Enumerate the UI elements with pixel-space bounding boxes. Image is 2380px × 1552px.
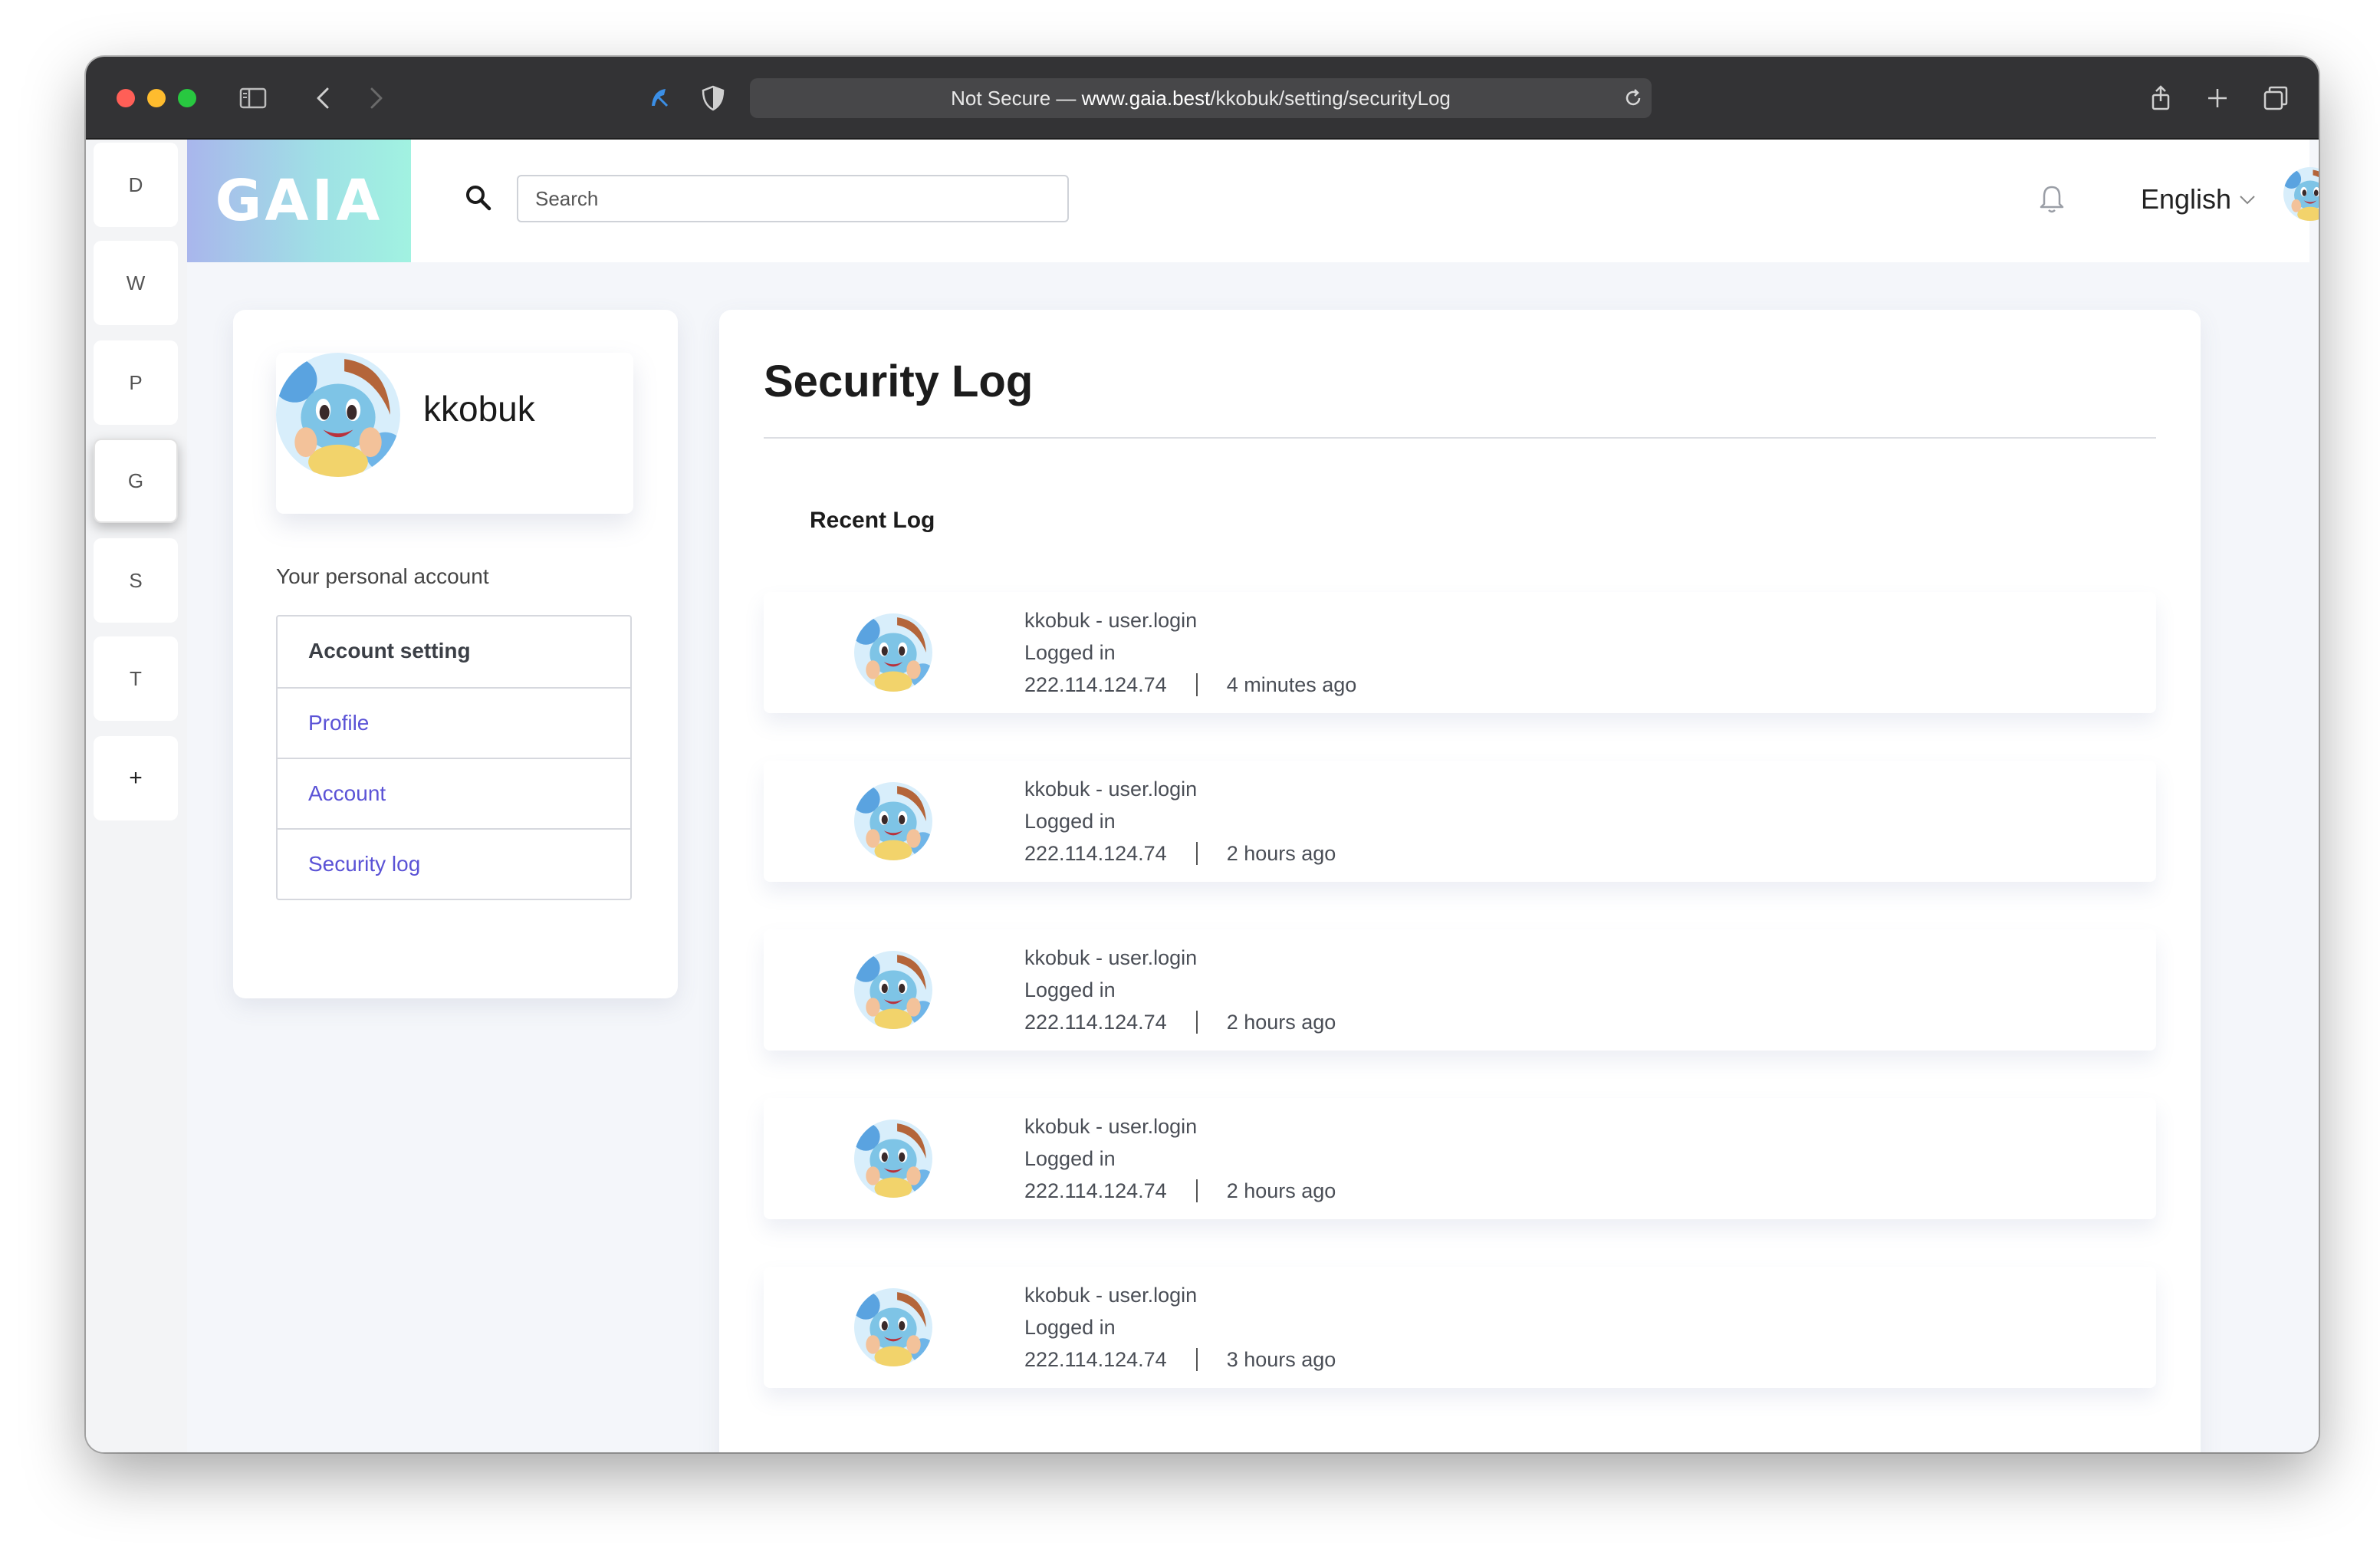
log-details: kkobuk - user.login Logged in 222.114.12… (1024, 773, 1336, 870)
menu-header-account-setting: Account setting (308, 639, 471, 663)
search-icon (466, 186, 491, 211)
recent-log-heading: Recent Log (810, 508, 935, 533)
log-separator (1195, 1179, 1198, 1202)
log-separator (1195, 1348, 1198, 1371)
url-host: www.gaia.best (1081, 87, 1211, 110)
workspace-d-button[interactable]: D (94, 143, 178, 227)
security-log-card: Security Log Recent Log kkobuk - user.lo… (719, 310, 2201, 1452)
log-separator (1195, 1011, 1198, 1034)
log-entry: kkobuk - user.login Logged in 222.114.12… (764, 929, 2156, 1051)
log-entry: kkobuk - user.login Logged in 222.114.12… (764, 1267, 2156, 1388)
log-user-avatar (854, 1288, 932, 1366)
extension-icon[interactable] (644, 83, 675, 113)
log-ip: 222.114.124.74 (1024, 1348, 1167, 1371)
profile-summary: kkobuk (276, 353, 633, 514)
address-bar[interactable]: Not Secure — www.gaia.best/kkobuk/settin… (750, 78, 1652, 118)
log-details: kkobuk - user.login Logged in 222.114.12… (1024, 1279, 1336, 1376)
logo-text: GAIA (215, 168, 383, 234)
maximize-window-button[interactable] (178, 89, 196, 107)
log-user-avatar (854, 782, 932, 860)
not-secure-label: Not Secure — (951, 87, 1082, 110)
log-separator (1195, 673, 1198, 696)
add-workspace-button[interactable]: + (94, 736, 178, 820)
chevron-down-icon (2240, 196, 2255, 205)
log-details: kkobuk - user.login Logged in 222.114.12… (1024, 1110, 1336, 1207)
browser-titlebar: Not Secure — www.gaia.best/kkobuk/settin… (86, 57, 2319, 140)
notification-bell-icon[interactable] (2036, 182, 2067, 216)
gaia-logo[interactable]: GAIA (187, 140, 411, 262)
profile-avatar[interactable] (276, 353, 400, 477)
tab-overview-icon[interactable] (2260, 83, 2291, 113)
sidebar-toggle-icon[interactable] (238, 83, 268, 113)
log-description: Logged in (1024, 641, 1116, 664)
log-action: kkobuk - user.login (1024, 778, 1198, 801)
log-ip: 222.114.124.74 (1024, 1179, 1167, 1202)
browser-window: Not Secure — www.gaia.best/kkobuk/settin… (86, 57, 2319, 1452)
menu-item-profile[interactable]: Profile (278, 687, 630, 758)
log-meta: 222.114.124.74 2 hours ago (1024, 837, 1336, 870)
settings-menu: Account setting Profile Account Security… (276, 615, 632, 900)
menu-item-security-log[interactable]: Security log (278, 828, 630, 899)
workspace-rail: D W P G S T + (86, 140, 187, 1452)
log-time: 3 hours ago (1226, 1348, 1336, 1371)
search-input[interactable] (517, 175, 1069, 222)
back-arrow-icon[interactable] (308, 83, 339, 113)
log-action: kkobuk - user.login (1024, 609, 1198, 632)
workspace-s-button[interactable]: S (94, 538, 178, 623)
app-header: GAIA English (187, 140, 2309, 262)
log-description: Logged in (1024, 1147, 1116, 1170)
log-meta: 222.114.124.74 3 hours ago (1024, 1343, 1336, 1376)
log-details: kkobuk - user.login Logged in 222.114.12… (1024, 942, 1336, 1038)
new-tab-icon[interactable] (2202, 83, 2233, 113)
log-ip: 222.114.124.74 (1024, 673, 1167, 696)
log-user-avatar (854, 1120, 932, 1198)
language-selector[interactable]: English (2141, 178, 2257, 221)
reload-icon[interactable] (1621, 86, 1645, 110)
close-window-button[interactable] (117, 89, 135, 107)
user-avatar[interactable] (2283, 167, 2319, 221)
log-action: kkobuk - user.login (1024, 1115, 1198, 1138)
log-ip: 222.114.124.74 (1024, 1011, 1167, 1034)
log-entry: kkobuk - user.login Logged in 222.114.12… (764, 1098, 2156, 1219)
log-action: kkobuk - user.login (1024, 1284, 1198, 1307)
profile-username: kkobuk (423, 389, 535, 429)
log-time: 2 hours ago (1226, 842, 1336, 865)
page-viewport: D W P G S T + GAIA English (86, 140, 2319, 1452)
share-icon[interactable] (2145, 83, 2176, 113)
log-user-avatar (854, 951, 932, 1029)
log-separator (1195, 842, 1198, 865)
log-action: kkobuk - user.login (1024, 946, 1198, 969)
forward-arrow-icon[interactable] (360, 83, 391, 113)
log-ip: 222.114.124.74 (1024, 842, 1167, 865)
account-sidebar-card: kkobuk Your personal account Account set… (233, 310, 678, 998)
log-description: Logged in (1024, 978, 1116, 1001)
log-meta: 222.114.124.74 4 minutes ago (1024, 669, 1356, 701)
personal-account-label: Your personal account (276, 564, 489, 588)
log-details: kkobuk - user.login Logged in 222.114.12… (1024, 604, 1356, 701)
log-user-avatar (854, 613, 932, 692)
minimize-window-button[interactable] (147, 89, 166, 107)
log-entry: kkobuk - user.login Logged in 222.114.12… (764, 761, 2156, 882)
log-time: 4 minutes ago (1226, 673, 1357, 696)
log-list: kkobuk - user.login Logged in 222.114.12… (764, 592, 2156, 1435)
page-title: Security Log (764, 357, 1034, 406)
log-meta: 222.114.124.74 2 hours ago (1024, 1175, 1336, 1207)
workspace-w-button[interactable]: W (94, 241, 178, 325)
workspace-t-button[interactable]: T (94, 636, 178, 721)
language-label: English (2141, 183, 2232, 215)
privacy-shield-icon[interactable] (698, 83, 728, 113)
title-divider (764, 437, 2156, 439)
log-time: 2 hours ago (1226, 1011, 1336, 1034)
log-description: Logged in (1024, 810, 1116, 833)
log-meta: 222.114.124.74 2 hours ago (1024, 1006, 1336, 1038)
log-time: 2 hours ago (1226, 1179, 1336, 1202)
url-path: /kkobuk/setting/securityLog (1210, 87, 1451, 110)
workspace-p-button[interactable]: P (94, 340, 178, 425)
log-entry: kkobuk - user.login Logged in 222.114.12… (764, 592, 2156, 713)
menu-item-account[interactable]: Account (278, 758, 630, 828)
workspace-g-button[interactable]: G (94, 439, 178, 523)
log-description: Logged in (1024, 1316, 1116, 1339)
